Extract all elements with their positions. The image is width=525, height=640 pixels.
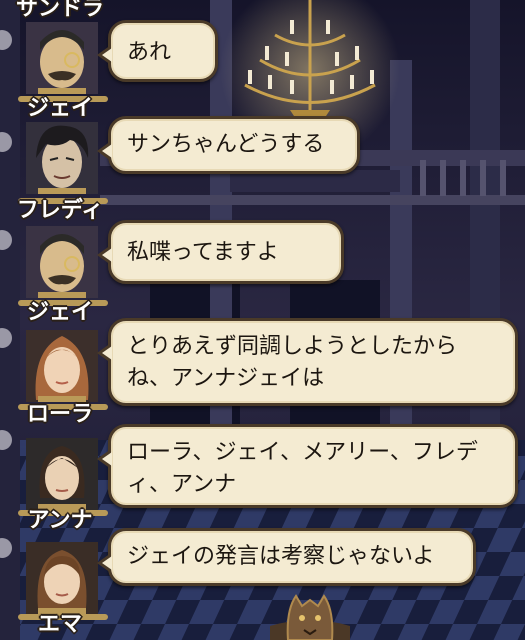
jay-portrait-icon[interactable] xyxy=(26,22,98,94)
speaker-name: ジェイ xyxy=(26,96,93,121)
speaker-name: アンナ xyxy=(27,508,93,533)
speaker-name: エマ xyxy=(37,612,82,637)
chat-scene: サンドラ ジェイ あれ フレディ サンちゃんどうする ジェイ 私喋ってますよ ロ… xyxy=(0,0,525,640)
speech-bubble: とりあえず同調しようとしたからね、アンナジェイは xyxy=(97,318,518,406)
speaker-name: サンドラ xyxy=(15,0,104,21)
laura-portrait-icon[interactable] xyxy=(26,330,98,402)
chat-message: ジェイ あれ xyxy=(0,20,525,122)
speech-bubble: ジェイの発言は考察じゃないよ xyxy=(97,528,476,586)
speech-bubble: サンちゃんどうする xyxy=(97,116,360,174)
chat-message: ローラ とりあえず同調しようとしたからね、アンナジェイは xyxy=(0,318,525,430)
wolf-crest-icon[interactable] xyxy=(270,590,350,640)
chat-message: フレディ サンちゃんどうする xyxy=(0,116,525,223)
emma-portrait-icon[interactable] xyxy=(26,542,98,614)
jay-portrait-icon[interactable] xyxy=(26,226,98,298)
speech-bubble: あれ xyxy=(97,20,218,82)
anna-portrait-icon[interactable] xyxy=(26,438,98,510)
speaker-name: ローラ xyxy=(26,402,93,427)
speaker-name: フレディ xyxy=(16,198,104,223)
speech-bubble: 私喋ってますよ xyxy=(97,220,344,284)
speaker-name: ジェイ xyxy=(26,300,93,325)
chat-message: アンナ ローラ、ジェイ、メアリー、フレディ、アンナ xyxy=(0,424,525,538)
chat-message: エマ ジェイの発言は考察じゃないよ xyxy=(0,528,525,640)
speech-bubble: ローラ、ジェイ、メアリー、フレディ、アンナ xyxy=(97,424,518,508)
chat-message: ジェイ 私喋ってますよ xyxy=(0,220,525,326)
freddy-portrait-icon[interactable] xyxy=(26,122,98,194)
